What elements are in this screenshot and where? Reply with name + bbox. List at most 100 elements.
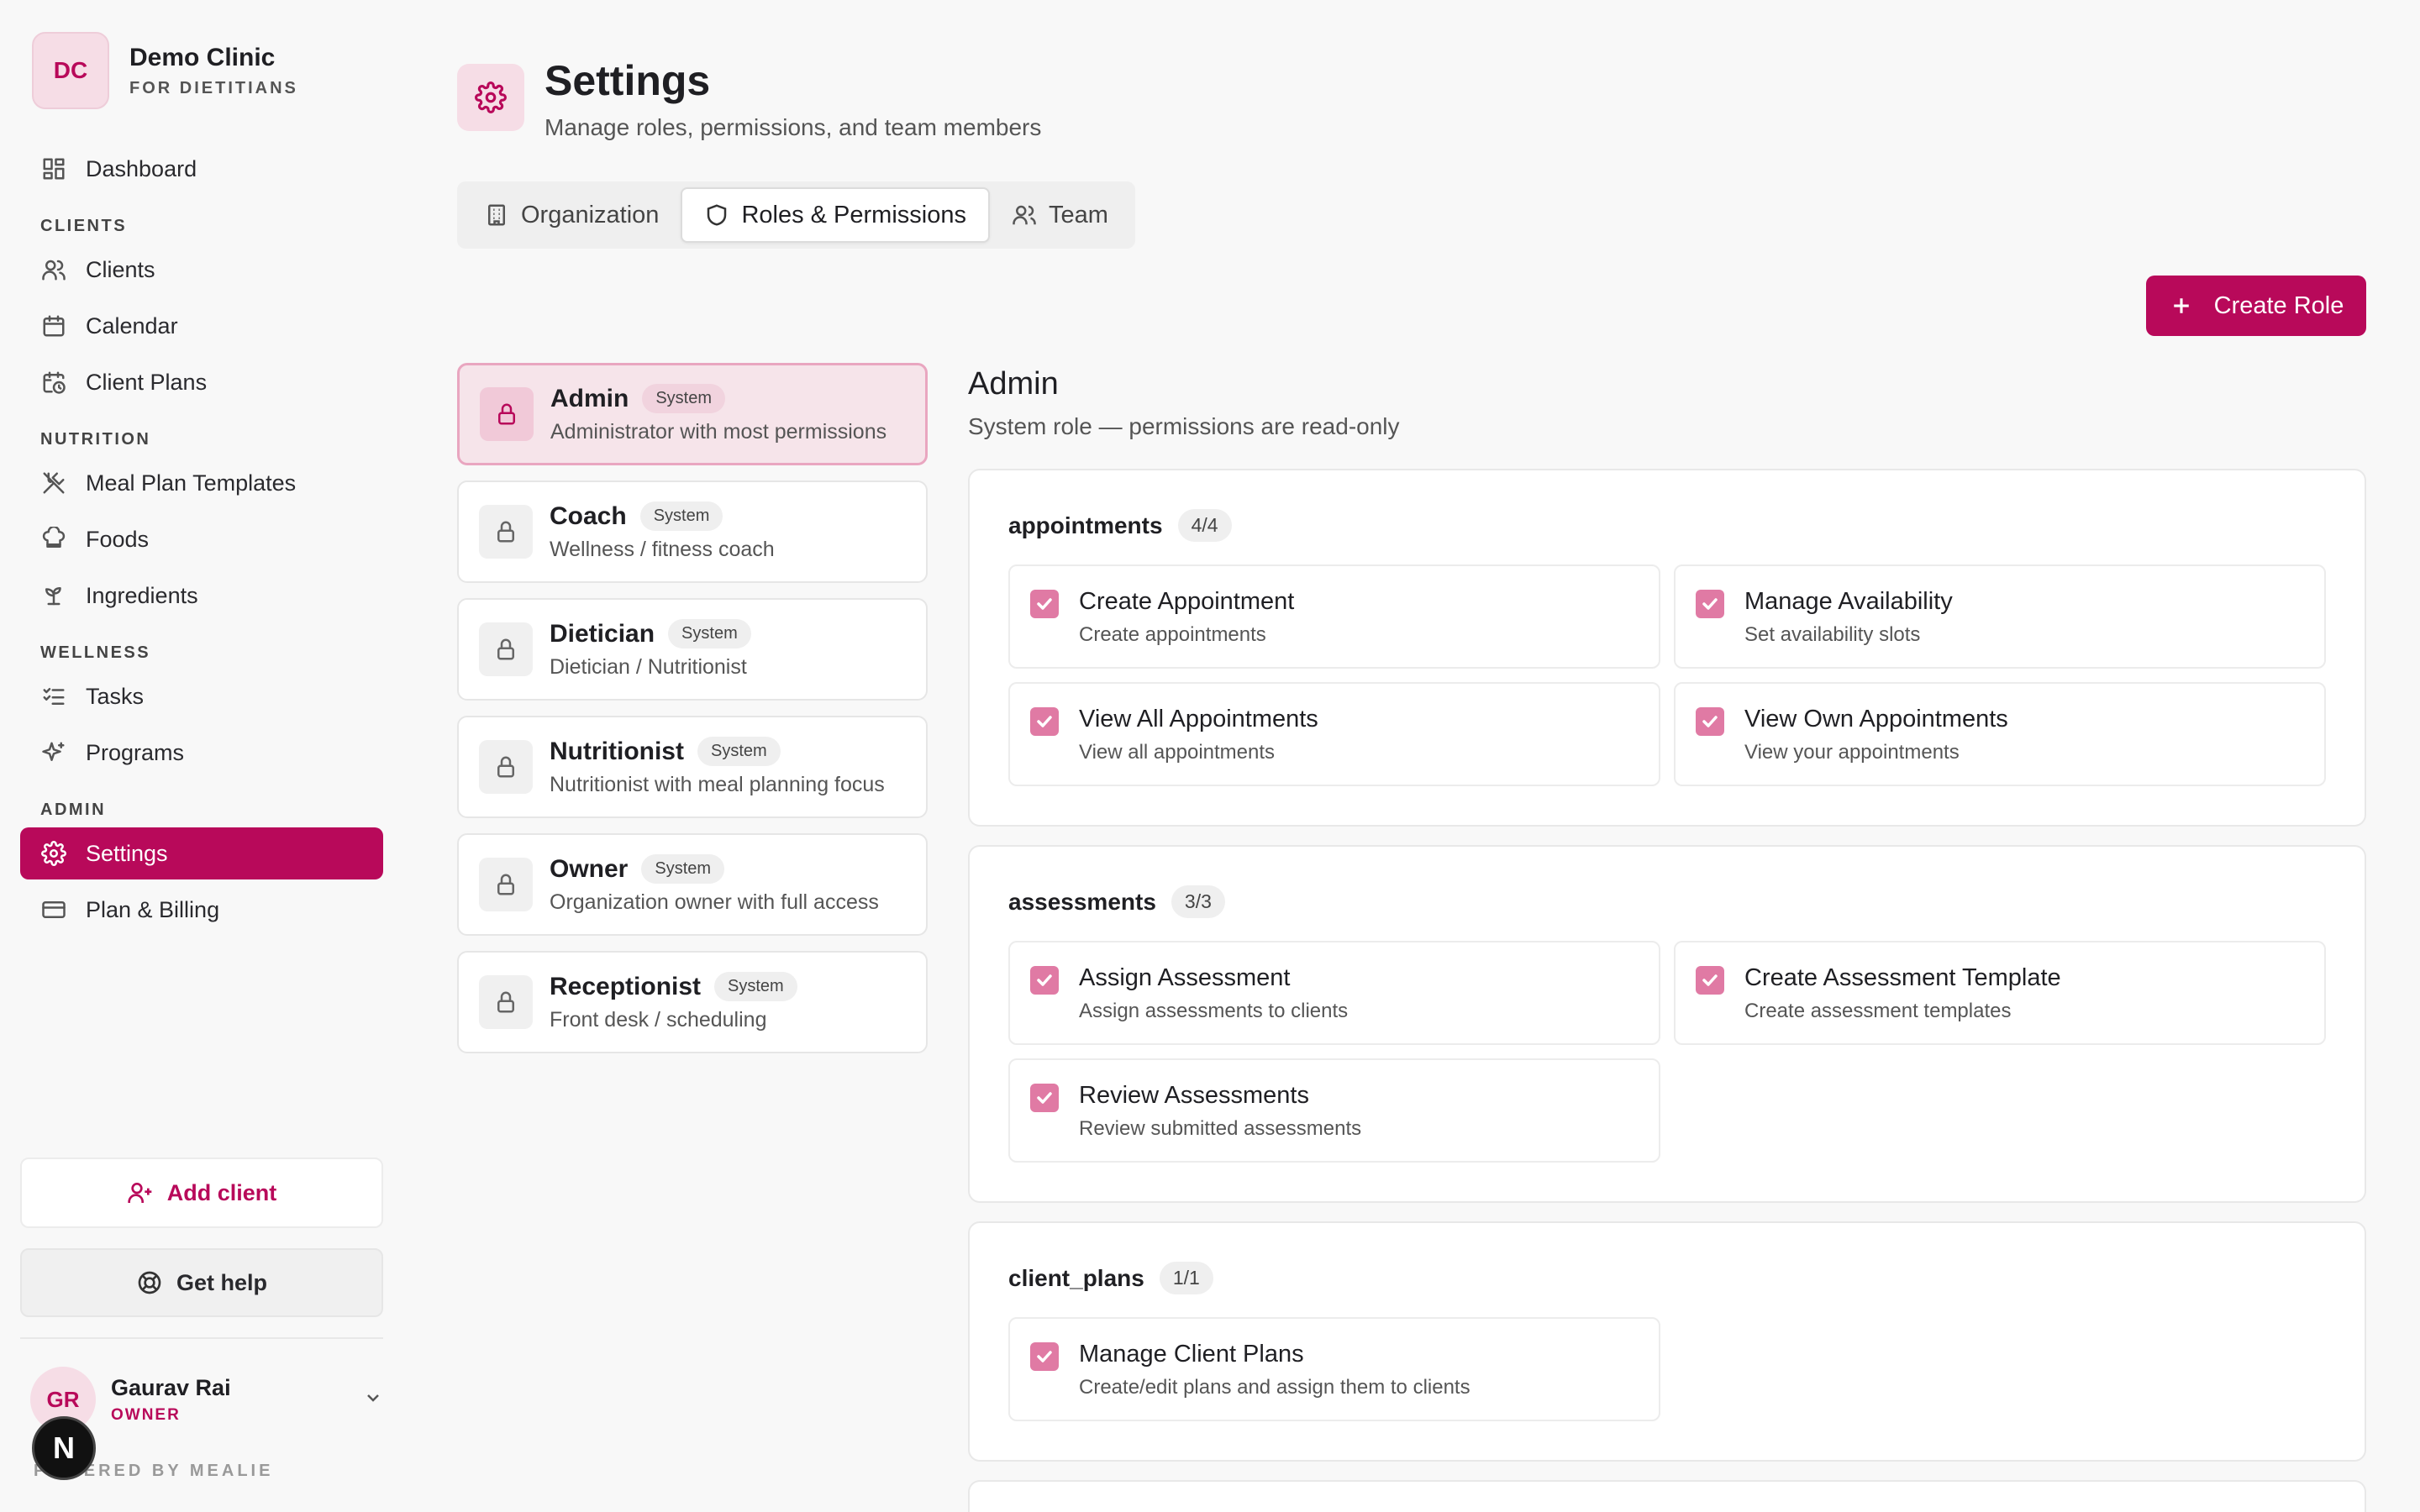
lock-icon — [479, 975, 533, 1029]
shield-icon — [708, 204, 727, 226]
role-name: Admin — [550, 384, 629, 412]
group-count: 1/1 — [1159, 1262, 1213, 1294]
permission-title: View Own Appointments — [1744, 706, 2008, 732]
brand[interactable]: DC Demo Clinic FOR DIETITIANS — [32, 32, 298, 109]
sidebar-item-dashboard[interactable]: Dashboard — [20, 143, 383, 195]
permission-item: Manage Availability Set availability slo… — [1674, 564, 2326, 669]
role-card-dietician[interactable]: Dietician System Dietician / Nutritionist — [457, 598, 928, 701]
role-card-nutritionist[interactable]: Nutritionist System Nutritionist with mea… — [457, 716, 928, 818]
tab-label: Organization — [521, 201, 660, 228]
sidebar-item-meal-plan-templates[interactable]: Meal Plan Templates — [20, 457, 383, 509]
role-description: Dietician / Nutritionist — [550, 655, 747, 679]
role-badge: System — [641, 854, 725, 884]
role-badge: System — [697, 737, 781, 766]
checkbox-checked[interactable] — [1030, 707, 1059, 736]
role-name: Receptionist — [550, 972, 702, 1000]
lock-icon — [479, 622, 533, 676]
checkbox-checked[interactable] — [1696, 707, 1724, 736]
permission-group-appointments: appointments 4/4 Create Appointment Crea… — [968, 469, 2366, 827]
nav-section-clients: CLIENTS — [40, 217, 128, 235]
checkbox-checked[interactable] — [1696, 590, 1724, 618]
sidebar-item-clients[interactable]: Clients — [20, 244, 383, 296]
user-name: Gaurav Rai — [111, 1374, 231, 1400]
create-role-label: Create Role — [2213, 291, 2344, 319]
sidebar-item-foods[interactable]: Foods — [20, 513, 383, 565]
add-client-button[interactable]: Add client — [20, 1158, 383, 1228]
checkbox-checked[interactable] — [1030, 1084, 1059, 1112]
sidebar-item-ingredients[interactable]: Ingredients — [20, 570, 383, 622]
role-name: Dietician — [550, 619, 655, 648]
sidebar-item-label: Ingredients — [86, 582, 198, 608]
sidebar-item-label: Plan & Billing — [86, 896, 220, 922]
chevron-down-icon[interactable] — [363, 1388, 383, 1412]
user-plus-icon — [128, 1183, 152, 1203]
chef-hat-icon — [40, 526, 67, 553]
settings-tabs: Organization Roles & Permissions Team — [457, 181, 1135, 249]
brand-logo: DC — [32, 32, 109, 109]
checkbox-checked[interactable] — [1030, 1342, 1059, 1371]
page-title: Settings — [544, 57, 711, 104]
sidebar-item-plan-billing[interactable]: Plan & Billing — [20, 884, 383, 936]
role-badge: System — [642, 384, 726, 413]
users-icon — [1013, 205, 1036, 225]
checkbox-checked[interactable] — [1030, 966, 1059, 995]
check-icon — [1037, 1351, 1052, 1362]
role-description: Wellness / fitness coach — [550, 538, 775, 561]
permission-title: Assign Assessment — [1079, 964, 1291, 991]
permission-group-client-plans: client_plans 1/1 Manage Client Plans Cre… — [968, 1221, 2366, 1462]
page-header: Settings Manage roles, permissions, and … — [457, 55, 1041, 141]
role-card-coach[interactable]: Coach System Wellness / fitness coach — [457, 480, 928, 583]
check-icon — [1037, 974, 1052, 986]
sidebar-item-client-plans[interactable]: Client Plans — [20, 356, 383, 408]
get-help-button[interactable]: Get help — [20, 1248, 383, 1317]
tab-label: Team — [1048, 201, 1108, 228]
sidebar-item-programs[interactable]: Programs — [20, 727, 383, 779]
permission-description: Create/edit plans and assign them to cli… — [1079, 1376, 1470, 1399]
sidebar-item-settings[interactable]: Settings — [20, 827, 383, 879]
nav-section-admin: ADMIN — [40, 801, 107, 819]
role-list: Admin System Administrator with most perm… — [457, 363, 928, 1068]
tab-organization[interactable]: Organization — [462, 187, 681, 243]
permission-title: View All Appointments — [1079, 706, 1318, 732]
permission-item: Review Assessments Review submitted asse… — [1008, 1058, 1660, 1163]
lock-icon — [480, 387, 534, 441]
calendar-icon — [40, 312, 67, 339]
sprout-icon — [40, 582, 67, 609]
role-card-receptionist[interactable]: Receptionist System Front desk / scheduli… — [457, 951, 928, 1053]
life-buoy-icon — [138, 1271, 161, 1294]
sidebar: DC Demo Clinic FOR DIETITIANS Dashboard … — [0, 0, 403, 1512]
lock-icon — [479, 740, 533, 794]
tab-team[interactable]: Team — [990, 187, 1130, 243]
sidebar-item-label: Meal Plan Templates — [86, 470, 297, 496]
permission-item: Create Assessment Template Create assess… — [1674, 941, 2326, 1045]
utensils-crossed-icon — [40, 470, 67, 496]
sidebar-item-label: Dashboard — [86, 155, 197, 181]
add-client-label: Add client — [166, 1179, 277, 1205]
role-description: Front desk / scheduling — [550, 1008, 767, 1032]
role-description: Organization owner with full access — [550, 890, 879, 914]
role-badge: System — [639, 501, 723, 531]
role-detail-subtitle: System role — permissions are read-only — [968, 413, 1400, 439]
permission-description: Create assessment templates — [1744, 1000, 2012, 1022]
checkbox-checked[interactable] — [1030, 590, 1059, 618]
next-dev-badge[interactable]: N — [32, 1416, 96, 1480]
group-name: appointments — [1008, 512, 1163, 538]
nav-section-wellness: WELLNESS — [40, 643, 151, 662]
sidebar-divider — [20, 1337, 383, 1339]
sidebar-item-label: Settings — [86, 840, 168, 866]
sidebar-item-label: Client Plans — [86, 369, 208, 395]
sidebar-item-calendar[interactable]: Calendar — [20, 300, 383, 352]
permission-item: Create Appointment Create appointments — [1008, 564, 1660, 669]
list-checks-icon — [40, 683, 67, 710]
sidebar-item-label: Foods — [86, 526, 150, 552]
sidebar-nav: Dashboard CLIENTS Clients Calendar Clien… — [20, 143, 383, 940]
tab-label: Roles & Permissions — [741, 201, 966, 228]
role-card-owner[interactable]: Owner System Organization owner with full… — [457, 833, 928, 936]
check-icon — [1702, 974, 1718, 986]
role-card-admin[interactable]: Admin System Administrator with most perm… — [457, 363, 928, 465]
sidebar-item-tasks[interactable]: Tasks — [20, 670, 383, 722]
checkbox-checked[interactable] — [1696, 966, 1724, 995]
tab-roles-permissions[interactable]: Roles & Permissions — [681, 187, 990, 243]
create-role-button[interactable]: Create Role — [2146, 276, 2366, 336]
permission-item: View All Appointments View all appointme… — [1008, 682, 1660, 786]
